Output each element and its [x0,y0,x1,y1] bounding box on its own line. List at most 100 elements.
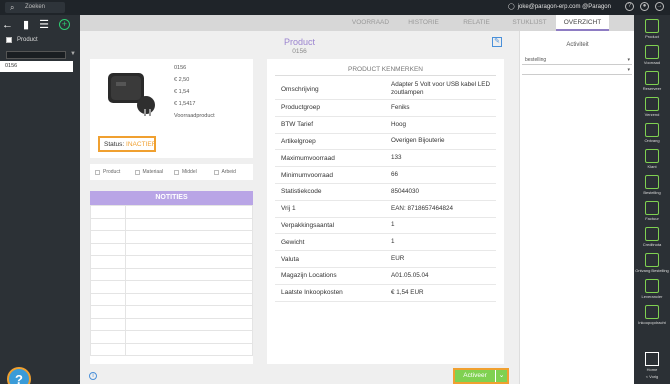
info-icon[interactable]: i [89,372,97,380]
nav-product[interactable]: Product [634,19,670,39]
search-icon: ⌕ [10,3,15,12]
checkbox-box[interactable] [6,37,12,43]
nav-leverancier[interactable]: Leverancier [634,279,670,299]
credit-note-icon [645,227,659,241]
nav-bestelling[interactable]: Bestelling [634,175,670,195]
activity-select-value: bestelling [525,57,547,63]
help-button[interactable]: ? [7,367,31,384]
type-product[interactable]: Product [95,169,135,175]
nav-reserveer[interactable]: Reserveer [634,71,670,91]
list-icon[interactable]: ☰ [39,18,49,31]
ship-icon [645,97,659,111]
invoice-icon [645,201,659,215]
tab-stuklijst[interactable]: STUKLIJST [503,15,556,31]
table-row: Productgroep Feniks [275,100,496,117]
tab-voorraad[interactable]: VOORRAAD [344,15,397,31]
quick-price-1: € 2,50 [174,77,190,83]
product-image [108,73,155,116]
filter-input[interactable] [6,51,66,59]
nav-ontvang[interactable]: Ontvang [634,123,670,143]
activity-panel: Activiteit bestelling ▾ ▾ [519,31,634,384]
user-account[interactable]: ◯ joke@paragon-erp.com @Paragon [508,3,611,10]
characteristics-header: PRODUCT KENMERKEN [275,63,496,76]
nav-ontvang-bestelling[interactable]: Ontvang Bestelling [634,253,670,273]
type-materiaal[interactable]: Materiaal [134,169,175,175]
filter-icon[interactable]: ▼ [70,51,76,57]
table-row: Omschrijving Adapter 5 Volt voor USB kabe… [275,79,496,100]
notes-header: NOTITIES [90,191,253,205]
receive-order-icon [645,253,659,267]
nav-inkoopopdracht[interactable]: Inkoopopdracht [634,305,670,325]
tab-relatie[interactable]: RELATIE [450,15,503,31]
back-arrow-icon[interactable]: ← [2,19,13,31]
checkbox-box[interactable] [134,169,140,175]
status-icon[interactable]: ● [640,2,649,11]
activate-button[interactable]: Activeer ⌄ [453,368,509,384]
table-row: Vrij 1 EAN: 8718657464824 [275,201,496,218]
quick-price-3: € 1,5417 [174,101,196,107]
nav-voorraad[interactable]: Voorraad [634,45,670,65]
add-icon[interactable]: + [58,19,70,30]
tab-historie[interactable]: HISTORIE [397,15,450,31]
chevron-down-icon[interactable]: ⌄ [495,370,507,382]
table-row: Magazijn Locations A01.05.05.04 [275,268,496,285]
edit-icon[interactable]: ✎ [492,37,502,47]
reserve-icon [645,71,659,85]
nav-creditnota[interactable]: Creditnota [634,227,670,247]
logout-icon[interactable]: → [655,2,664,11]
table-row: Artikelgroep Overigen Bijouterie [275,134,496,151]
main-content: Product 0156 ✎ 0156 € 2,50 € 1,54 € 1,54… [80,31,519,384]
activity-select[interactable]: bestelling ▾ [522,56,632,65]
search-placeholder: Zoeken [25,4,46,10]
characteristics-list: Omschrijving Adapter 5 Volt voor USB kabe… [275,79,496,302]
nav-klant[interactable]: Klant [634,149,670,169]
notes-panel: NOTITIES [90,191,253,364]
right-nav: Product Voorraad Reserveer Verzend Ontva… [634,15,670,384]
list-item[interactable]: 0156 [0,61,73,72]
product-icon [645,19,659,33]
product-characteristics: PRODUCT KENMERKEN Omschrijving Adapter 5 … [267,59,504,364]
product-filter-checkbox[interactable]: Product [6,37,38,43]
status-badge: Status: INACTIEF [98,136,156,152]
quick-price-2: € 1,54 [174,89,190,95]
checkbox-box[interactable] [95,169,100,175]
home-icon [645,352,659,366]
activity-title: Activiteit [566,42,589,48]
nav-home[interactable]: Home [634,352,670,372]
activity-select-secondary[interactable]: ▾ [522,66,632,75]
product-code: 0156 [292,48,307,55]
customer-icon [645,149,659,163]
tab-overzicht[interactable]: OVERZICHT [556,15,609,31]
chart-icon[interactable]: ▮ [23,18,29,31]
table-row: BTW Tarief Hoog [275,117,496,134]
nav-factuur[interactable]: Factuur [634,201,670,221]
tab-bar: VOORRAAD HISTORIE RELATIE STUKLIJST OVER… [80,15,634,31]
checkbox-box[interactable] [174,169,179,175]
caret-down-icon: ▾ [627,57,630,63]
help-icon[interactable]: ? [625,2,634,11]
type-arbeid[interactable]: Arbeid [213,169,254,175]
nav-verzend[interactable]: Verzend [634,97,670,117]
left-panel: ← ▮ ☰ + Product ▼ 0156 ? [0,15,80,384]
caret-down-icon: ▾ [627,67,630,73]
nav-previous[interactable]: < Vorig [634,374,670,379]
activate-label: Activeer [463,372,487,379]
table-row: Statistiekcode 85044030 [275,184,496,201]
quick-code: 0156 [174,65,187,71]
top-bar: ⌕ Zoeken ◯ joke@paragon-erp.com @Paragon … [0,0,670,15]
stock-icon [645,45,659,59]
top-bar-icons: ? ● → [625,2,664,11]
supplier-icon [645,279,659,293]
search-input[interactable]: ⌕ Zoeken [5,2,65,13]
left-toolbar: ← ▮ ☰ + [2,18,70,31]
page-title: Product [283,37,316,47]
table-row: Valuta EUR [275,251,496,268]
table-row: Gewicht 1 [275,234,496,252]
notes-table[interactable] [90,205,253,356]
status-value: INACTIEF [126,141,156,148]
product-type-checkboxes: Product Materiaal Middel Arbeid [90,164,253,180]
table-row: Verpakkingsaantal 1 [275,218,496,235]
type-middel[interactable]: Middel [174,169,214,175]
user-icon: ◯ [508,4,515,10]
checkbox-box[interactable] [213,169,219,175]
